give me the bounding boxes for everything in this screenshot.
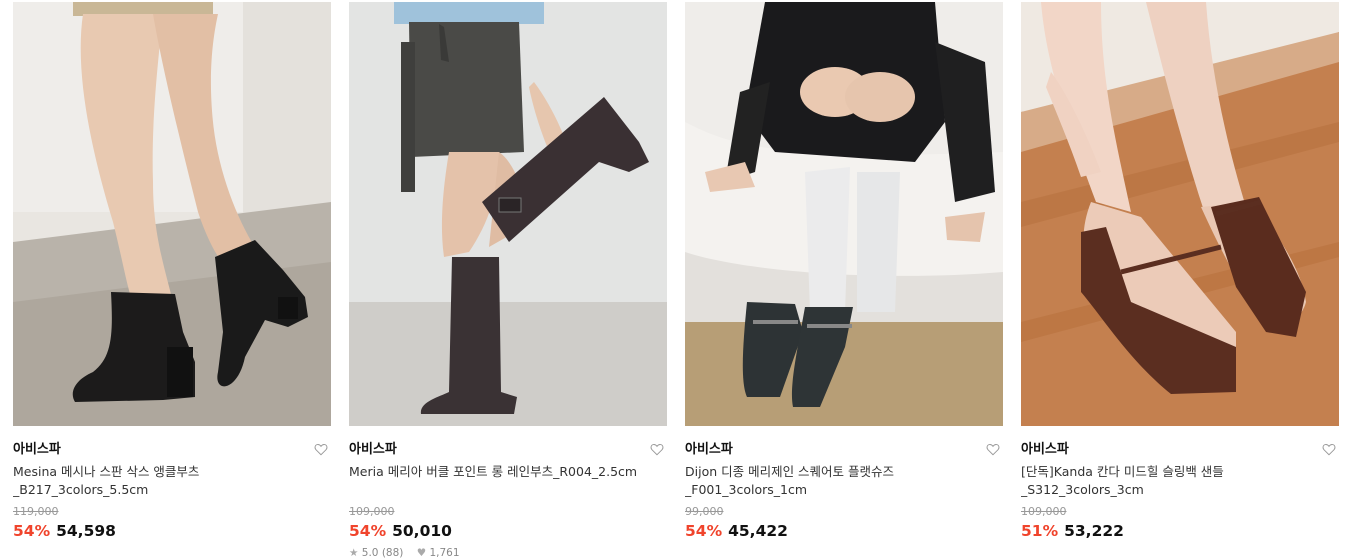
sale-price: 45,422	[728, 522, 788, 540]
rating-value: 5.0	[361, 547, 379, 559]
heart-outline-icon[interactable]	[986, 443, 1000, 456]
product-image[interactable]	[685, 2, 1003, 426]
product-title-line: _F001_3colors_1cm	[685, 482, 808, 497]
product-title-line: _S312_3colors_3cm	[1021, 482, 1144, 497]
discount-rate: 54%	[349, 522, 387, 540]
product-title-line: _B217_3colors_5.5cm	[13, 482, 149, 497]
product-card[interactable]: 아비스파 Meria 메리아 버클 포인트 롱 레인부츠_R004_2.5cm …	[349, 2, 667, 560]
discount-rate: 54%	[13, 522, 51, 540]
original-price: 99,000	[685, 505, 724, 518]
product-title[interactable]: [단독]Kanda 칸다 미드힐 슬링백 샌들 _S312_3colors_3c…	[1021, 463, 1321, 499]
black-ankle-boots-photo	[13, 2, 331, 426]
product-card[interactable]: 아비스파 Mesina 메시나 스판 삭스 앵클부츠 _B217_3colors…	[13, 2, 331, 542]
brand-name[interactable]: 아비스파	[349, 441, 667, 458]
review-meta: ★ 5.0 (88) ♥ 1,761	[349, 546, 667, 560]
discount-rate: 54%	[685, 522, 723, 540]
price-row: 54% 54,598	[13, 520, 331, 542]
original-price: 119,000	[13, 505, 59, 518]
sale-price: 54,598	[56, 522, 116, 540]
heart-outline-icon[interactable]	[314, 443, 328, 456]
product-image[interactable]	[13, 2, 331, 426]
product-title-line: Dijon 디종 메리제인 스퀘어토 플랫슈즈	[685, 464, 895, 479]
discount-rate: 51%	[1021, 522, 1059, 540]
heart-filled-icon: ♥	[416, 547, 427, 559]
product-title-line: Mesina 메시나 스판 삭스 앵클부츠	[13, 464, 200, 479]
heart-outline-icon[interactable]	[1322, 443, 1336, 456]
product-title-line: Meria 메리아 버클 포인트 롱 레인부츠_R004_2.5cm	[349, 464, 638, 479]
product-image[interactable]	[349, 2, 667, 426]
price-row: 51% 53,222	[1021, 520, 1339, 542]
brand-name[interactable]: 아비스파	[685, 441, 1003, 458]
product-title[interactable]: Dijon 디종 메리제인 스퀘어토 플랫슈즈 _F001_3colors_1c…	[685, 463, 985, 499]
star-icon: ★	[349, 547, 359, 559]
brand-name[interactable]: 아비스파	[13, 441, 331, 458]
slingback-sandals-photo	[1021, 2, 1339, 426]
original-price: 109,000	[349, 505, 395, 518]
heart-outline-icon[interactable]	[650, 443, 664, 456]
review-count: (88)	[381, 547, 404, 559]
product-card[interactable]: 아비스파 Dijon 디종 메리제인 스퀘어토 플랫슈즈 _F001_3colo…	[685, 2, 1003, 542]
product-card[interactable]: 아비스파 [단독]Kanda 칸다 미드힐 슬링백 샌들 _S312_3colo…	[1021, 2, 1339, 542]
product-title-line: [단독]Kanda 칸다 미드힐 슬링백 샌들	[1021, 464, 1224, 479]
like-count: 1,761	[429, 547, 460, 559]
price-row: 54% 45,422	[685, 520, 1003, 542]
long-rain-boots-photo	[349, 2, 667, 426]
product-image[interactable]	[1021, 2, 1339, 426]
price-row: 54% 50,010	[349, 520, 667, 542]
product-title[interactable]: Mesina 메시나 스판 삭스 앵클부츠 _B217_3colors_5.5c…	[13, 463, 313, 499]
product-title[interactable]: Meria 메리아 버클 포인트 롱 레인부츠_R004_2.5cm	[349, 463, 649, 499]
original-price: 109,000	[1021, 505, 1067, 518]
sale-price: 50,010	[392, 522, 452, 540]
sale-price: 53,222	[1064, 522, 1124, 540]
brand-name[interactable]: 아비스파	[1021, 441, 1339, 458]
mary-jane-flats-photo	[685, 2, 1003, 426]
